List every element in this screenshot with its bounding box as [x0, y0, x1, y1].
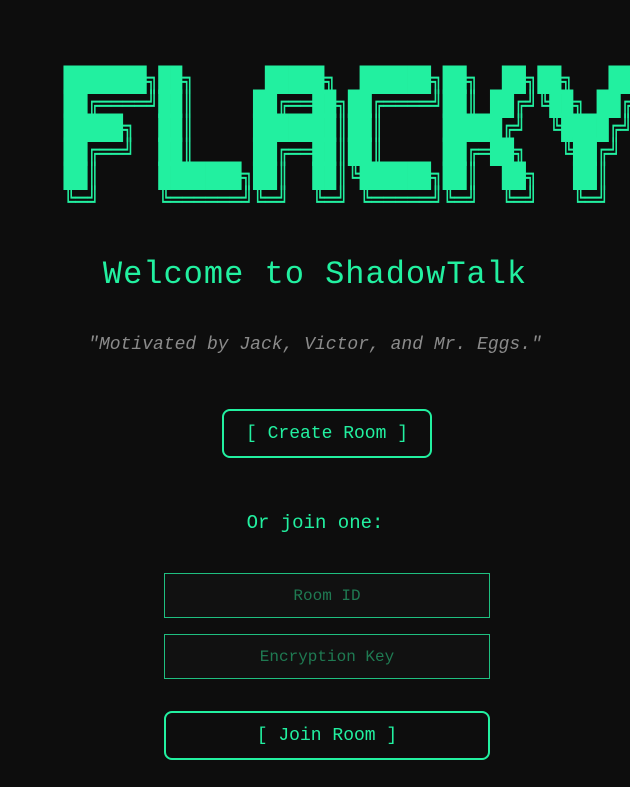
page-title: Welcome to ShadowTalk — [102, 256, 528, 293]
logo-ascii-art: ███████╗██╗ █████╗ ██████╗██╗ ██╗██╗ ██╗… — [63, 66, 630, 214]
app-logo: ███████╗██╗ █████╗ ██████╗██╗ ██╗██╗ ██╗… — [0, 68, 630, 212]
tagline-quote: "Motivated by Jack, Victor, and Mr. Eggs… — [88, 335, 542, 355]
encryption-key-input[interactable] — [164, 634, 490, 679]
create-room-button[interactable]: [ Create Room ] — [222, 409, 432, 458]
join-room-label: Or join one: — [246, 512, 384, 534]
room-id-input[interactable] — [164, 573, 490, 618]
join-room-button[interactable]: [ Join Room ] — [164, 711, 490, 760]
